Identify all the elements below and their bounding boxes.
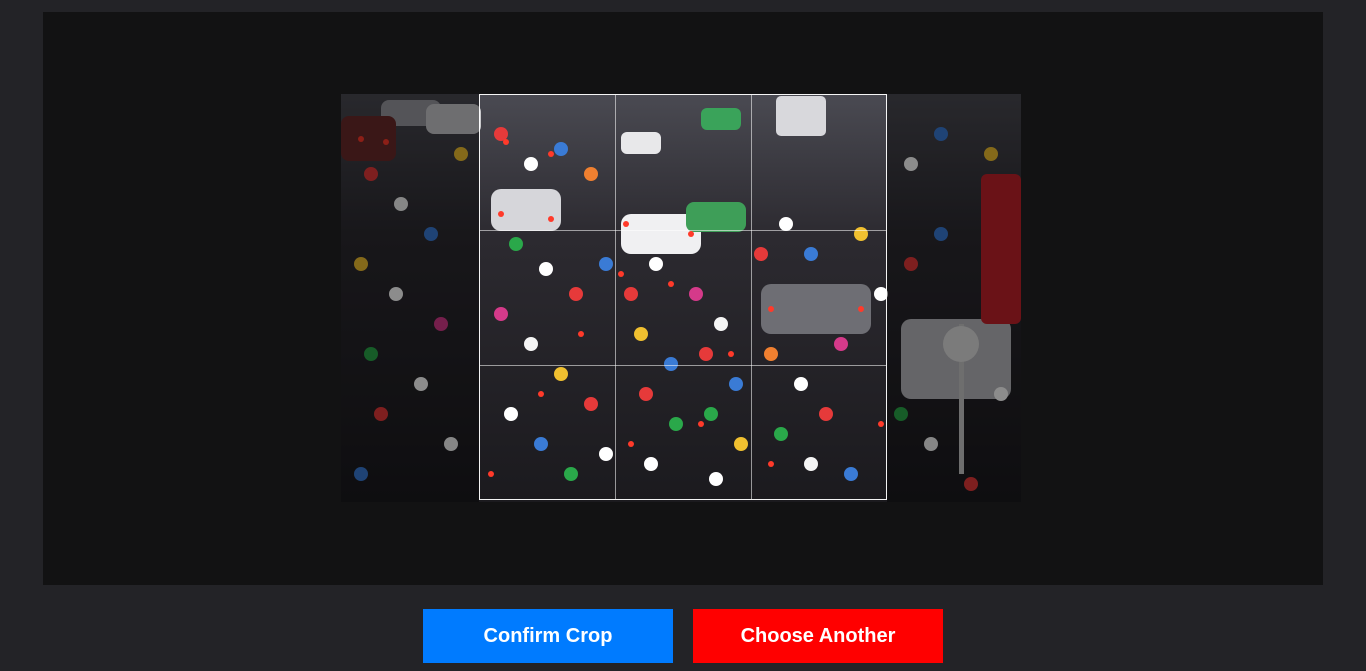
crop-mask-right <box>887 94 1021 502</box>
crop-grid-line <box>751 95 752 499</box>
crop-selection-box[interactable] <box>479 94 887 500</box>
crop-grid-line <box>480 230 886 231</box>
choose-another-button[interactable]: Choose Another <box>693 609 943 663</box>
crop-image-area[interactable] <box>341 94 1021 502</box>
crop-grid-line <box>480 365 886 366</box>
crop-stage <box>43 12 1323 585</box>
crop-grid-line <box>615 95 616 499</box>
confirm-crop-button[interactable]: Confirm Crop <box>423 609 673 663</box>
crop-mask-left <box>341 94 479 502</box>
